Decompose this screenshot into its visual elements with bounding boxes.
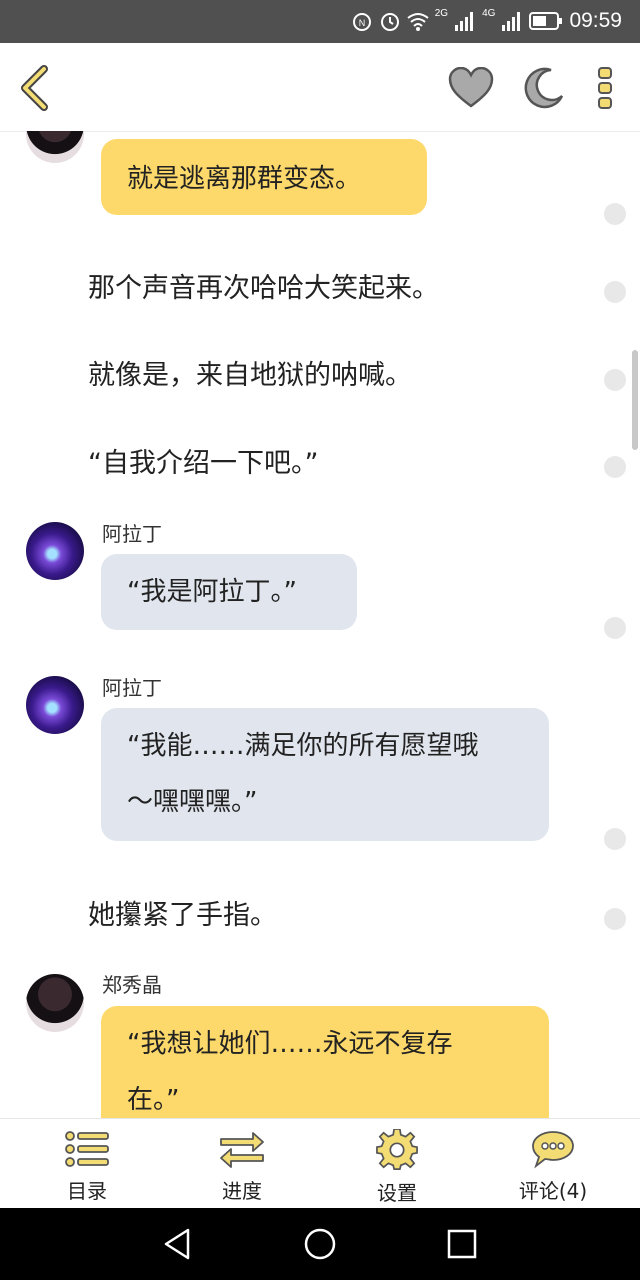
catalog-button[interactable]: 目录 <box>32 1129 142 1204</box>
catalog-label: 目录 <box>67 1179 107 1203</box>
status-bar: N 2G 4G 09:59 <box>0 0 640 43</box>
alarm-icon <box>380 13 399 31</box>
sender-name: 阿拉丁 <box>102 522 162 546</box>
more-button[interactable] <box>590 63 620 113</box>
message-bubble: “我是阿拉丁。” <box>101 554 357 630</box>
progress-label: 进度 <box>222 1179 262 1203</box>
narration-text: 她攥紧了手指。 <box>88 900 277 931</box>
comment-dot[interactable] <box>604 908 626 930</box>
more-vert-icon <box>598 67 612 109</box>
signal-icon <box>502 12 521 31</box>
back-button[interactable] <box>14 63 54 113</box>
night-mode-button[interactable] <box>518 63 568 113</box>
wifi-icon <box>407 13 429 31</box>
message-bubble: 就是逃离那群变态。 <box>101 139 427 215</box>
list-icon <box>65 1131 109 1167</box>
message-line: “我能……满足你的所有愿望哦 <box>127 731 479 761</box>
status-time: 09:59 <box>569 9 622 32</box>
svg-text:N: N <box>359 18 366 28</box>
signal-icon <box>455 12 474 31</box>
message-line: 在。” <box>127 1085 180 1115</box>
top-bar <box>0 43 640 132</box>
comment-dot[interactable] <box>604 203 626 225</box>
network-label-2: 4G <box>482 7 496 19</box>
sender-name: 郑秀晶 <box>102 973 162 997</box>
settings-label: 设置 <box>377 1181 417 1205</box>
comments-label: 评论(4) <box>518 1179 588 1203</box>
settings-button[interactable]: 设置 <box>342 1128 452 1206</box>
avatar[interactable] <box>26 676 84 734</box>
message-line: ～嘿嘿嘿。” <box>127 787 258 817</box>
system-nav-bar <box>0 1208 640 1280</box>
comments-button[interactable]: 评论(4) <box>498 1129 608 1204</box>
comment-dot[interactable] <box>604 369 626 391</box>
avatar[interactable] <box>26 131 84 163</box>
message-line: “我想让她们……永远不复存 <box>127 1029 453 1059</box>
message-bubble: “我想让她们……永远不复存 在。” <box>101 1006 549 1118</box>
network-label-1: 2G <box>434 7 449 19</box>
sender-name: 阿拉丁 <box>102 676 162 700</box>
gear-icon <box>376 1128 418 1170</box>
avatar[interactable] <box>26 974 84 1032</box>
back-nav-icon[interactable] <box>160 1226 196 1262</box>
comment-dot[interactable] <box>604 281 626 303</box>
back-icon <box>21 65 48 111</box>
scrollbar[interactable] <box>632 350 638 450</box>
avatar[interactable] <box>26 522 84 580</box>
narration-text: “自我介绍一下吧。” <box>88 448 319 479</box>
message-bubble: “我能……满足你的所有愿望哦 ～嘿嘿嘿。” <box>101 708 549 841</box>
recents-nav-icon[interactable] <box>444 1226 480 1262</box>
alarm-off-icon: N <box>352 13 371 31</box>
heart-icon <box>448 67 494 108</box>
moon-icon <box>524 67 564 109</box>
narration-text: 就像是，来自地狱的呐喊。 <box>88 360 412 391</box>
home-nav-icon[interactable] <box>302 1226 338 1262</box>
like-button[interactable] <box>446 63 496 113</box>
comment-dot[interactable] <box>604 828 626 850</box>
comment-dot[interactable] <box>604 617 626 639</box>
chat-bubble-icon <box>532 1131 574 1169</box>
progress-button[interactable]: 进度 <box>187 1129 297 1204</box>
swap-arrows-icon <box>220 1132 264 1168</box>
comment-dot[interactable] <box>604 456 626 478</box>
battery-icon <box>529 12 563 30</box>
narration-text: 那个声音再次哈哈大笑起来。 <box>88 273 439 304</box>
chat-content[interactable]: 就是逃离那群变态。 那个声音再次哈哈大笑起来。 就像是，来自地狱的呐喊。 “自我… <box>0 131 640 1118</box>
bottom-toolbar: 目录 进度 设置 评论(4) <box>0 1118 640 1209</box>
